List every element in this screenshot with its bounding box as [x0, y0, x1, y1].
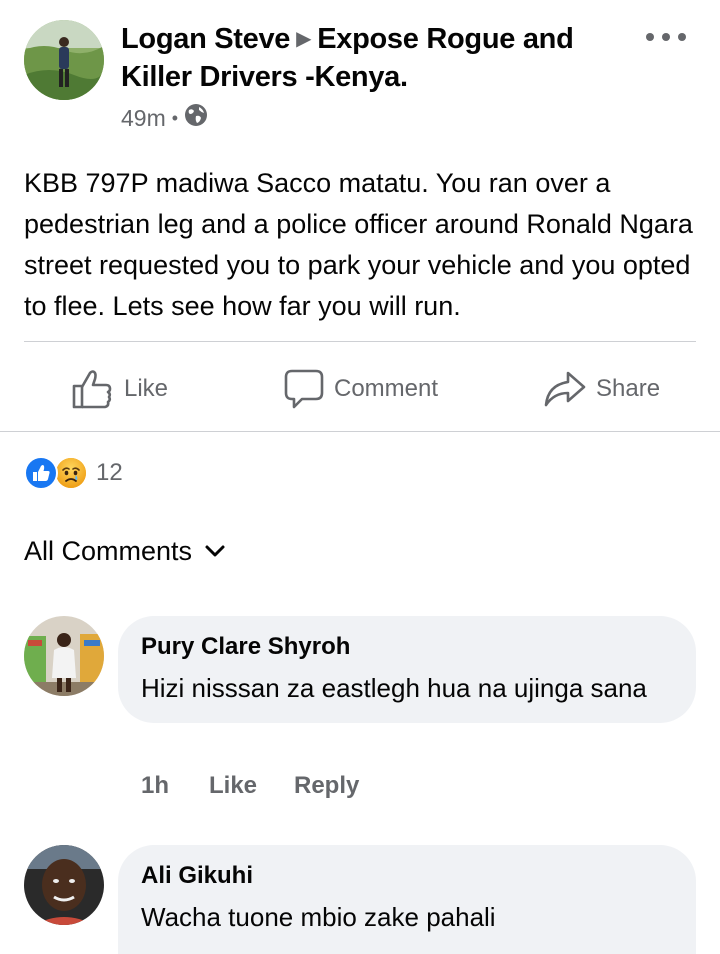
share-label: Share: [596, 375, 661, 402]
comment-reply-button[interactable]: Reply: [294, 772, 359, 800]
comment-item: Ali Gikuhi Wacha tuone mbio zake pahali: [24, 845, 696, 954]
commenter-avatar[interactable]: [24, 616, 104, 696]
chevron-down-icon: [205, 545, 225, 557]
divider: [24, 341, 696, 342]
reaction-count: 12: [96, 459, 123, 486]
divider: [0, 431, 720, 432]
more-dot: [678, 33, 686, 41]
share-button[interactable]: Share: [544, 355, 660, 423]
post-time[interactable]: 49m: [121, 105, 166, 132]
like-button[interactable]: Like: [72, 355, 168, 423]
comment-like-button[interactable]: Like: [209, 772, 294, 800]
reactions-summary[interactable]: 12: [24, 454, 123, 492]
comment-item: Pury Clare Shyroh Hizi nisssan za eastle…: [24, 616, 696, 806]
comment-button[interactable]: Comment: [284, 355, 438, 423]
globe-icon: [184, 103, 208, 133]
comments-filter-label: All Comments: [24, 535, 193, 566]
comment-actions: 1h Like Reply: [141, 772, 359, 800]
sad-reaction-icon: [54, 456, 88, 490]
post-author-line: Logan Steve ▶ Expose Rogue and Killer Driv…: [121, 20, 641, 96]
comment-bubble[interactable]: Pury Clare Shyroh Hizi nisssan za eastle…: [118, 616, 696, 723]
comment-time[interactable]: 1h: [141, 772, 209, 800]
more-dot: [646, 33, 654, 41]
thumbs-up-icon: [72, 370, 112, 409]
separator-dot: •: [171, 107, 179, 128]
post-body: KBB 797P madiwa Sacco matatu. You ran ov…: [24, 168, 693, 321]
post-meta: 49m •: [121, 104, 208, 132]
share-arrow-icon: [544, 371, 586, 407]
commenter-avatar[interactable]: [24, 845, 104, 925]
comment-text: Hizi nisssan za eastlegh hua na ujinga s…: [141, 673, 647, 703]
author-name[interactable]: Logan Steve: [121, 23, 290, 55]
comment-text: Wacha tuone mbio zake pahali: [141, 902, 496, 932]
comments-filter-dropdown[interactable]: All Comments: [24, 532, 226, 570]
commenter-name[interactable]: Pury Clare Shyroh: [141, 630, 674, 664]
more-options-button[interactable]: [646, 22, 686, 52]
post-action-bar: Like Comment Share: [0, 355, 720, 423]
more-dot: [662, 33, 670, 41]
comment-bubble[interactable]: Ali Gikuhi Wacha tuone mbio zake pahali: [118, 845, 696, 954]
like-reaction-icon: [24, 456, 58, 490]
author-avatar[interactable]: [24, 20, 104, 100]
post-header: Logan Steve ▶ Expose Rogue and Killer Driv…: [24, 18, 696, 138]
comment-label: Comment: [334, 375, 439, 402]
commenter-name[interactable]: Ali Gikuhi: [141, 859, 674, 893]
like-label: Like: [124, 375, 169, 402]
comment-icon: [284, 369, 324, 409]
arrow-right-icon: ▶: [296, 28, 312, 50]
